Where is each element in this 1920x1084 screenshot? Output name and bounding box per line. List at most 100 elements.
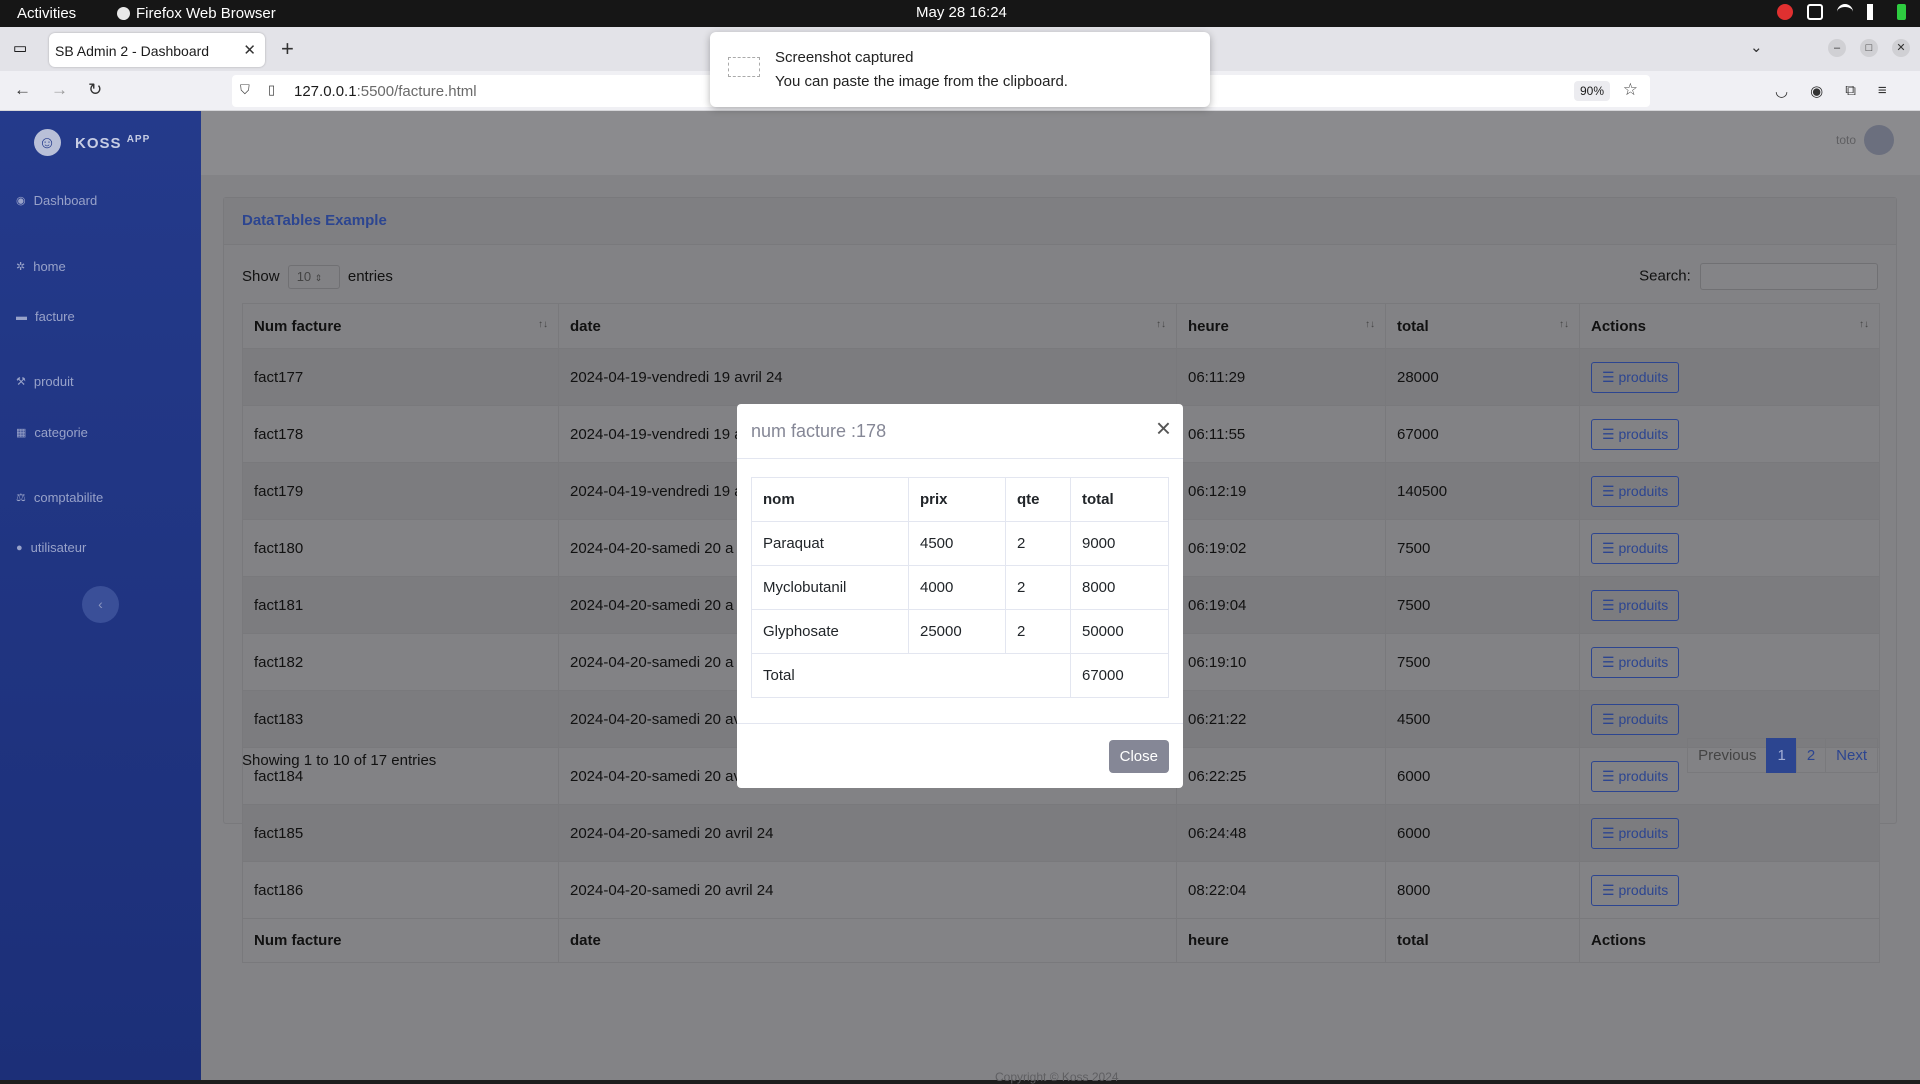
system-tray[interactable]	[1777, 4, 1906, 20]
battery-icon	[1897, 4, 1906, 20]
screenshot-notification[interactable]: Screenshot captured You can paste the im…	[710, 32, 1210, 107]
close-button[interactable]: Close	[1108, 740, 1169, 773]
list-icon: ☰	[1602, 881, 1615, 898]
shield-icon[interactable]: ⛉	[240, 82, 250, 98]
sidebar-item-dashboard[interactable]: ◉ Dashboard	[16, 193, 97, 208]
url-host: 127.0.0.1	[294, 83, 357, 100]
cell-date: 2024-04-20-samedi 20 avril 24	[558, 804, 1177, 862]
modal-item-row: Paraquat 4500 2 9000	[751, 521, 1169, 566]
produits-button[interactable]: ☰ produits	[1591, 418, 1680, 450]
tab-active[interactable]: SB Admin 2 - Dashboard ✕	[49, 33, 265, 67]
pagination-previous[interactable]: Previous	[1687, 738, 1768, 773]
brand-text: KOSS	[75, 134, 122, 152]
produits-button[interactable]: ☰ produits	[1591, 589, 1680, 621]
table-row: fact177 2024-04-19-vendredi 19 avril 24 06…	[242, 348, 1880, 406]
item-qte: 2	[1005, 565, 1071, 610]
list-icon: ☰	[1602, 710, 1615, 727]
pagination-next[interactable]: Next	[1825, 738, 1878, 773]
column-header-total[interactable]: total ↑↓	[1385, 303, 1580, 349]
cell-date: 2024-04-20-samedi 20 avril 24	[558, 861, 1177, 919]
column-header-num[interactable]: Num facture ↑↓	[242, 303, 559, 349]
account-icon[interactable]: ◉	[1810, 82, 1823, 100]
entries-value: 10	[296, 269, 312, 284]
close-icon[interactable]: ×	[1156, 413, 1171, 444]
produits-button[interactable]: ☰ produits	[1591, 760, 1680, 792]
tab-list-icon[interactable]: ▭	[13, 39, 27, 57]
close-window-icon[interactable]: ✕	[1892, 39, 1910, 57]
sidebar-item-facture[interactable]: ▬ facture	[16, 309, 75, 324]
os-top-bar: Activities Firefox Web Browser May 28 16…	[0, 0, 1920, 27]
cell-num: fact183	[242, 690, 559, 748]
forward-icon[interactable]: →	[51, 80, 68, 100]
cell-actions: ☰ produits	[1579, 576, 1880, 634]
modal-total-row: Total 67000	[751, 653, 1169, 698]
bookmark-star-icon[interactable]: ☆	[1623, 80, 1638, 100]
sidebar-item-label: utilisateur	[30, 540, 87, 555]
pocket-icon[interactable]: ◡	[1775, 82, 1788, 100]
list-all-tabs-icon[interactable]: ⌄	[1750, 38, 1763, 56]
produits-label: produits	[1618, 824, 1669, 841]
zoom-level[interactable]: 90%	[1573, 81, 1610, 101]
app-menu[interactable]: Firefox Web Browser	[117, 5, 276, 22]
produits-label: produits	[1618, 881, 1669, 898]
reload-icon[interactable]: ↻	[88, 80, 102, 100]
minimize-icon[interactable]: –	[1828, 39, 1846, 57]
volume-icon	[1867, 4, 1883, 20]
produits-button[interactable]: ☰ produits	[1591, 703, 1680, 735]
pagination-page-2[interactable]: 2	[1795, 738, 1827, 773]
user-icon: ●	[16, 541, 23, 554]
item-total: 50000	[1070, 609, 1169, 654]
wifi-icon	[1837, 4, 1853, 20]
back-icon[interactable]: ←	[14, 80, 31, 100]
page-icon[interactable]: ▯	[268, 82, 275, 98]
activities-button[interactable]: Activities	[17, 5, 76, 22]
entries-label: entries	[347, 267, 393, 285]
column-header-actions[interactable]: Actions ↑↓	[1579, 303, 1880, 349]
produits-button[interactable]: ☰ produits	[1591, 874, 1680, 906]
cell-num: fact180	[242, 519, 559, 577]
modal-col-total: total	[1070, 477, 1169, 522]
produits-button[interactable]: ☰ produits	[1591, 817, 1680, 849]
menu-icon[interactable]: ≡	[1878, 82, 1887, 100]
list-icon: ☰	[1602, 368, 1615, 385]
extensions-icon[interactable]: ⧉	[1845, 82, 1856, 100]
sidebar-item-comptabilite[interactable]: ⚖ comptabilite	[16, 490, 103, 505]
pagination-page-1[interactable]: 1	[1766, 738, 1797, 773]
produits-button[interactable]: ☰ produits	[1591, 532, 1680, 564]
column-header-date[interactable]: date ↑↓	[558, 303, 1177, 349]
column-label: Actions	[1591, 317, 1647, 335]
clock[interactable]: May 28 16:24	[916, 4, 1007, 21]
footer-label-total: total	[1385, 918, 1580, 963]
new-tab-icon[interactable]: +	[281, 36, 294, 62]
pagination: Previous 1 2 Next	[1687, 738, 1878, 773]
produits-button[interactable]: ☰ produits	[1591, 646, 1680, 678]
produits-button[interactable]: ☰ produits	[1591, 475, 1680, 507]
show-label: Show	[242, 267, 280, 285]
item-nom: Paraquat	[751, 521, 909, 566]
sidebar-item-utilisateur[interactable]: ● utilisateur	[16, 540, 86, 555]
entries-select[interactable]: 10 ⇕	[287, 265, 340, 289]
produits-button[interactable]: ☰ produits	[1591, 361, 1680, 393]
list-icon: ☰	[1602, 767, 1615, 784]
cell-num: fact185	[242, 804, 559, 862]
maximize-icon[interactable]: □	[1860, 39, 1878, 57]
brand[interactable]: ☺ KOSS APP	[34, 129, 150, 156]
list-icon: ☰	[1602, 539, 1615, 556]
sidebar-item-home[interactable]: ✲ home	[16, 259, 66, 274]
item-prix: 4000	[908, 565, 1006, 610]
url-text[interactable]: 127.0.0.1:5500/facture.html	[294, 83, 477, 100]
user-menu[interactable]: toto	[1836, 125, 1894, 155]
sidebar-item-label: Dashboard	[33, 193, 98, 208]
close-tab-icon[interactable]: ✕	[243, 41, 256, 59]
produits-label: produits	[1618, 368, 1669, 385]
select-arrows-icon: ⇕	[314, 273, 323, 283]
card-title: DataTables Example	[224, 198, 1896, 245]
modal-header: num facture :178 ×	[737, 404, 1183, 459]
sidebar-toggle-button[interactable]: ‹	[82, 586, 119, 623]
search-input[interactable]	[1700, 263, 1878, 290]
sidebar-item-categorie[interactable]: ▦ categorie	[16, 425, 88, 440]
cell-actions: ☰ produits	[1579, 633, 1880, 691]
column-header-heure[interactable]: heure ↑↓	[1176, 303, 1386, 349]
cell-heure: 06:11:29	[1176, 348, 1386, 406]
sidebar-item-produit[interactable]: ⚒ produit	[16, 374, 74, 389]
